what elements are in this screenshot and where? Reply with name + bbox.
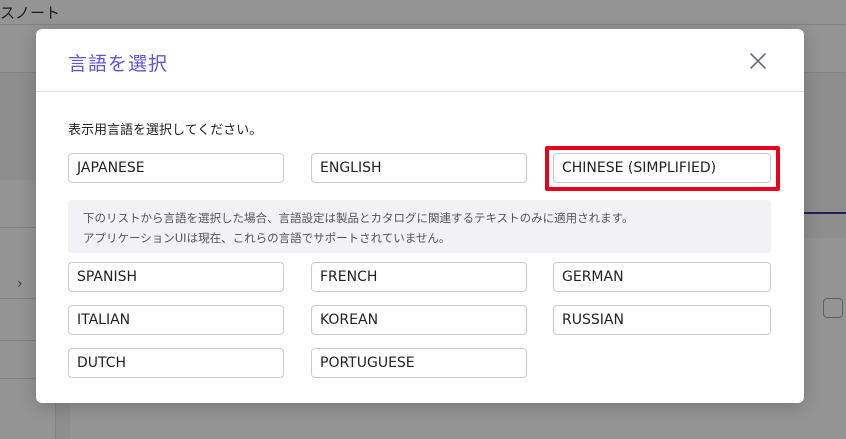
language-select-modal: 言語を選択 表示用言語を選択してください。 JAPANESE ENGLISH C… bbox=[36, 29, 804, 403]
language-option-spanish[interactable]: SPANISH bbox=[68, 262, 284, 292]
modal-title: 言語を選択 bbox=[68, 53, 169, 75]
language-option-portuguese[interactable]: PORTUGUESE bbox=[311, 348, 527, 378]
language-option-dutch[interactable]: DUTCH bbox=[68, 348, 284, 378]
language-option-german[interactable]: GERMAN bbox=[553, 262, 771, 292]
instruction-text: 表示用言語を選択してください。 bbox=[68, 123, 263, 138]
note-line-1: 下のリストから言語を選択した場合、言語設定は製品とカタログに関連するテキストのみ… bbox=[83, 211, 634, 225]
language-option-korean[interactable]: KOREAN bbox=[311, 305, 527, 335]
language-option-japanese[interactable]: JAPANESE bbox=[68, 153, 284, 183]
close-button[interactable] bbox=[744, 48, 772, 74]
modal-header: 言語を選択 bbox=[36, 29, 804, 92]
language-note: 下のリストから言語を選択した場合、言語設定は製品とカタログに関連するテキストのみ… bbox=[68, 200, 771, 253]
language-option-french[interactable]: FRENCH bbox=[311, 262, 527, 292]
language-option-english[interactable]: ENGLISH bbox=[311, 153, 527, 183]
selection-highlight bbox=[545, 146, 780, 191]
close-icon bbox=[750, 53, 766, 69]
language-option-italian[interactable]: ITALIAN bbox=[68, 305, 284, 335]
language-option-russian[interactable]: RUSSIAN bbox=[553, 305, 771, 335]
note-line-2: アプリケーションUIは現在、これらの言語でサポートされていません。 bbox=[83, 231, 451, 245]
